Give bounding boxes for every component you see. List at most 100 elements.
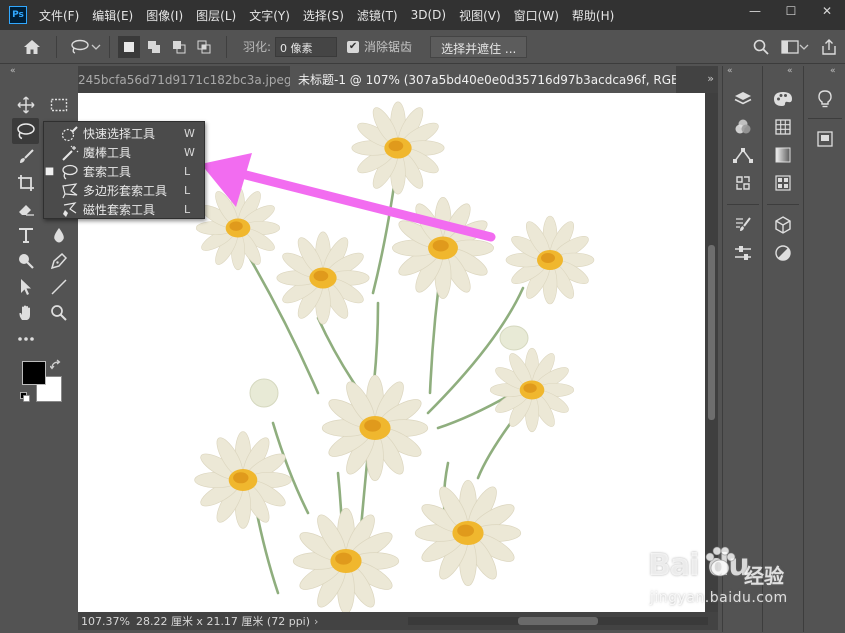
channels-icon[interactable]: [730, 116, 756, 138]
feather-input[interactable]: 0 像素: [275, 36, 338, 57]
share-button[interactable]: [821, 39, 837, 55]
menu-file[interactable]: 文件(F): [39, 7, 79, 24]
status-menu-arrow[interactable]: ›: [314, 615, 318, 628]
options-divider: [109, 35, 110, 58]
share-icon: [822, 39, 836, 55]
swap-colors-icon[interactable]: [50, 359, 64, 371]
panel-column-2: «: [762, 66, 802, 632]
color-palette-icon[interactable]: [770, 88, 796, 110]
selected-marker: ■: [44, 166, 55, 177]
flyout-item-magic-wand[interactable]: 魔棒工具 W: [44, 143, 204, 162]
more-tools-icon[interactable]: [12, 326, 39, 352]
collapse-toolbar-icon[interactable]: «: [10, 66, 16, 76]
properties-icon[interactable]: [812, 128, 838, 150]
menu-edit[interactable]: 编辑(E): [92, 7, 133, 24]
dodge-tool-icon[interactable]: [12, 248, 39, 274]
menu-window[interactable]: 窗口(W): [514, 7, 559, 24]
panel-separator: [727, 204, 759, 205]
menu-help[interactable]: 帮助(H): [572, 7, 614, 24]
menu-layer[interactable]: 图层(L): [196, 7, 236, 24]
flyout-item-lasso[interactable]: ■ 套索工具 L: [44, 162, 204, 181]
menu-image[interactable]: 图像(I): [146, 7, 183, 24]
menu-3d[interactable]: 3D(D): [411, 8, 446, 22]
crop-tool-icon[interactable]: [12, 170, 39, 196]
marquee-tool-icon[interactable]: [45, 92, 72, 118]
lasso-tool-icon[interactable]: [12, 118, 39, 144]
move-tool-icon[interactable]: [12, 92, 39, 118]
blur-tool-icon[interactable]: [45, 222, 72, 248]
workspace-button[interactable]: [781, 40, 809, 54]
flyout-label: 套索工具: [83, 165, 132, 179]
horizontal-scroll-thumb[interactable]: [518, 617, 598, 625]
search-button[interactable]: [753, 39, 769, 55]
zoom-level[interactable]: 107.37%: [81, 615, 130, 628]
layers-icon[interactable]: [730, 88, 756, 110]
select-and-mask-button[interactable]: 选择并遮住 ...: [430, 35, 528, 58]
restore-button[interactable]: ☐: [773, 0, 809, 22]
brush-settings-icon[interactable]: [730, 214, 756, 236]
polygonal-lasso-icon: [60, 182, 80, 199]
flyout-item-magnetic-lasso[interactable]: 磁性套索工具 L: [44, 200, 204, 219]
menu-filter[interactable]: 滤镜(T): [357, 7, 398, 24]
tabs-overflow-icon[interactable]: »: [707, 72, 714, 85]
new-selection-icon: [124, 41, 134, 52]
antialias-checkbox[interactable]: ✔ 消除锯齿: [347, 38, 412, 55]
options-divider: [56, 35, 57, 58]
subtract-selection-button[interactable]: [168, 36, 190, 58]
path-select-tool-icon[interactable]: [12, 274, 39, 300]
line-tool-icon[interactable]: [45, 274, 72, 300]
subtract-selection-icon: [173, 40, 186, 53]
collapse-panel-icon[interactable]: «: [727, 66, 733, 76]
paths-icon[interactable]: [730, 144, 756, 166]
panel-separator: [767, 204, 799, 205]
swatches-icon[interactable]: [770, 116, 796, 138]
adjustment-sliders-icon[interactable]: [730, 242, 756, 264]
search-icon: [753, 39, 769, 55]
flyout-item-quick-selection[interactable]: 快速选择工具 W: [44, 124, 204, 143]
home-button[interactable]: [16, 34, 48, 60]
tab-title: 245bcfa56d71d9171c182bc3a.jpeg: [78, 72, 290, 87]
status-bar: 107.37% 28.22 厘米 x 21.17 厘米 (72 ppi) ›: [78, 612, 718, 630]
lasso-icon: [60, 164, 80, 180]
vertical-scroll-thumb[interactable]: [708, 245, 715, 420]
flyout-item-polygonal-lasso[interactable]: 多边形套索工具 L: [44, 181, 204, 200]
new-selection-button[interactable]: [118, 35, 140, 58]
menu-select[interactable]: 选择(S): [303, 7, 344, 24]
brush-tool-icon[interactable]: [12, 144, 39, 170]
photoshop-logo[interactable]: Ps: [9, 6, 27, 24]
minimize-button[interactable]: —: [737, 0, 773, 22]
horizontal-scrollbar[interactable]: [408, 617, 708, 625]
gradients-icon[interactable]: [770, 144, 796, 166]
zoom-tool-icon[interactable]: [45, 300, 72, 326]
menu-type[interactable]: 文字(Y): [249, 7, 290, 24]
tab-jpeg-document[interactable]: 245bcfa56d71d9171c182bc3a.jpeg ×: [78, 66, 290, 93]
chevron-down-icon: [799, 44, 809, 50]
menu-view[interactable]: 视图(V): [459, 7, 501, 24]
tool-preset-picker[interactable]: [69, 39, 101, 55]
collapse-panel-icon[interactable]: «: [830, 66, 836, 76]
pen-tool-icon[interactable]: [45, 248, 72, 274]
type-tool-icon[interactable]: [12, 222, 39, 248]
vertical-scrollbar[interactable]: [705, 93, 718, 612]
add-selection-button[interactable]: [143, 36, 165, 58]
default-colors-icon[interactable]: [20, 392, 30, 402]
intersect-selection-icon: [197, 40, 211, 53]
eraser-tool-icon[interactable]: [12, 196, 39, 222]
libraries-icon[interactable]: [770, 214, 796, 236]
foreground-color-swatch[interactable]: [22, 361, 46, 385]
history-icon[interactable]: [730, 172, 756, 194]
magnetic-lasso-icon: [60, 201, 80, 218]
chevron-down-icon: [91, 44, 101, 50]
hand-tool-icon[interactable]: [12, 300, 39, 326]
tab-title: 未标题-1 @ 107% (307a5bd40e0e0d35716d97b3ac…: [298, 73, 676, 87]
adjustments-icon[interactable]: [770, 242, 796, 264]
patterns-icon[interactable]: [770, 172, 796, 194]
tab-untitled-document[interactable]: 未标题-1 @ 107% (307a5bd40e0e0d35716d97b3ac…: [290, 66, 676, 93]
collapse-panel-icon[interactable]: «: [787, 66, 793, 76]
checkmark-icon: ✔: [347, 40, 360, 53]
panel-separator: [808, 118, 842, 119]
learn-lightbulb-icon[interactable]: [812, 88, 838, 110]
intersect-selection-button[interactable]: [193, 36, 215, 58]
flyout-shortcut: L: [184, 165, 191, 178]
close-button[interactable]: ✕: [809, 0, 845, 22]
